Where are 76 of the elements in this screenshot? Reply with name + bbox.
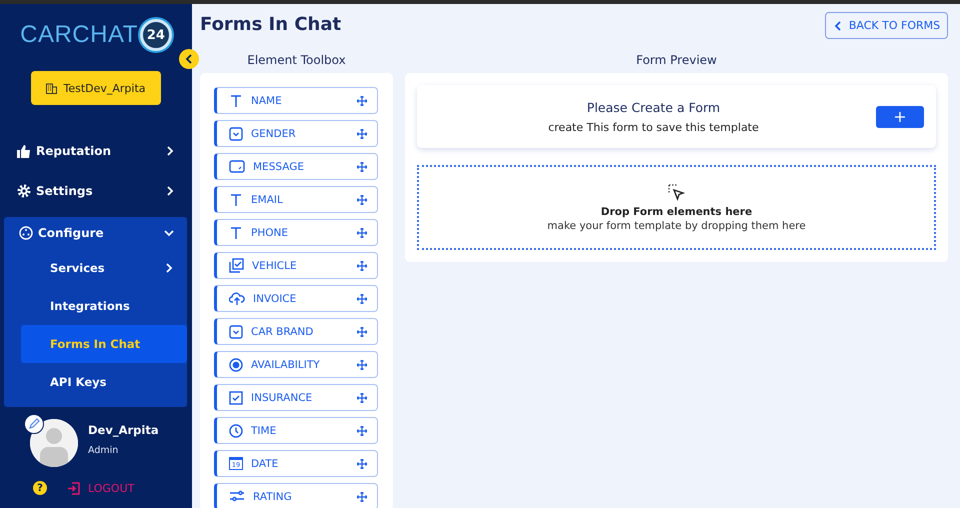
chevron-icon <box>165 146 175 156</box>
thumbs-up-icon <box>17 144 31 158</box>
move-icon <box>357 228 367 238</box>
toolbox-item[interactable]: CAR BRAND <box>214 318 378 345</box>
toolbox-item[interactable]: AVAILABILITY <box>214 351 378 378</box>
stacked-checkbox-icon <box>229 258 244 273</box>
dropdown-icon <box>229 126 243 140</box>
create-form-text: create This form to save this template <box>548 120 759 134</box>
help-icon[interactable]: ? <box>33 481 47 495</box>
toolbox-item[interactable]: INSURANCE <box>214 384 378 411</box>
move-icon <box>357 360 367 370</box>
move-icon <box>357 96 367 106</box>
logout-button[interactable]: LOGOUT <box>67 482 134 494</box>
cloud-upload-icon <box>229 292 245 306</box>
collapse-button[interactable] <box>179 49 199 69</box>
clock-icon <box>229 424 243 438</box>
text-icon <box>229 192 243 206</box>
user-role: Admin <box>88 445 120 456</box>
back-button[interactable]: BACK TO FORMS <box>825 12 948 39</box>
page-title: Forms In Chat <box>200 14 342 35</box>
sidebar-item[interactable]: Settings <box>0 171 192 211</box>
radio-icon <box>229 358 243 372</box>
drag-cursor-icon <box>668 184 686 202</box>
text-icon <box>229 94 243 108</box>
toolbox-item[interactable]: NAME <box>214 87 378 114</box>
network-icon <box>19 226 33 240</box>
preview-title: Form Preview <box>635 53 718 69</box>
checkbox-icon <box>229 390 243 404</box>
move-icon <box>357 392 367 402</box>
chevron-icon <box>165 186 175 196</box>
avatar-silhouette <box>30 419 78 467</box>
drop-text: make your form template by dropping them here <box>547 220 806 232</box>
submenu-item[interactable]: API Keys <box>21 363 187 401</box>
create-form-title: Please Create a Form <box>586 100 720 114</box>
move-icon <box>357 128 367 138</box>
move-icon <box>357 426 367 436</box>
sliders-icon <box>229 490 245 504</box>
chevron-icon <box>164 228 174 238</box>
user-name: Dev_Arpita <box>88 423 159 437</box>
text-icon <box>229 226 243 240</box>
toolbox-item[interactable]: PHONE <box>214 219 378 246</box>
submenu-item[interactable]: Services <box>21 249 187 287</box>
pencil-icon[interactable] <box>24 414 44 434</box>
move-icon <box>357 194 367 204</box>
toolbox-item[interactable]: RATING <box>214 483 378 508</box>
toolbox-item[interactable]: VEHICLE <box>214 252 378 279</box>
drop-zone[interactable]: Drop Form elements here make your form template by dropping them here <box>417 165 936 250</box>
move-icon <box>357 326 367 336</box>
gear-icon <box>17 184 31 198</box>
toolbox-item[interactable]: TIME <box>214 417 378 444</box>
drop-title: Drop Form elements here <box>600 206 752 218</box>
toolbox-item[interactable]: GENDER <box>214 120 378 147</box>
workspace-button[interactable]: TestDev_Arpita <box>31 71 161 105</box>
submenu-item[interactable]: Forms In Chat <box>21 325 187 363</box>
logout-icon <box>67 482 80 494</box>
sidebar-item[interactable]: Configure <box>4 217 187 249</box>
sidebar-item[interactable]: Reputation <box>0 131 192 171</box>
move-icon <box>357 458 367 468</box>
move-icon <box>357 260 367 270</box>
chevron-icon <box>832 20 843 30</box>
dropdown-icon <box>229 324 243 338</box>
toolbox-title: Element Toolbox <box>246 53 347 69</box>
move-icon <box>357 294 367 304</box>
move-icon <box>357 492 367 502</box>
toolbox-item[interactable]: MESSAGE <box>214 153 378 180</box>
logo-badge: 24 <box>140 19 172 51</box>
building-icon <box>46 82 58 94</box>
submenu-item[interactable]: Integrations <box>21 287 187 325</box>
logo-text: CARCHAT <box>20 21 138 49</box>
add-button[interactable]: + <box>876 106 924 128</box>
chevron-icon <box>164 263 174 273</box>
move-icon <box>357 162 367 172</box>
textarea-icon <box>229 160 245 173</box>
toolbox-item[interactable]: EMAIL <box>214 186 378 213</box>
chevron-icon <box>184 54 194 64</box>
toolbox-item[interactable]: INVOICE <box>214 285 378 312</box>
